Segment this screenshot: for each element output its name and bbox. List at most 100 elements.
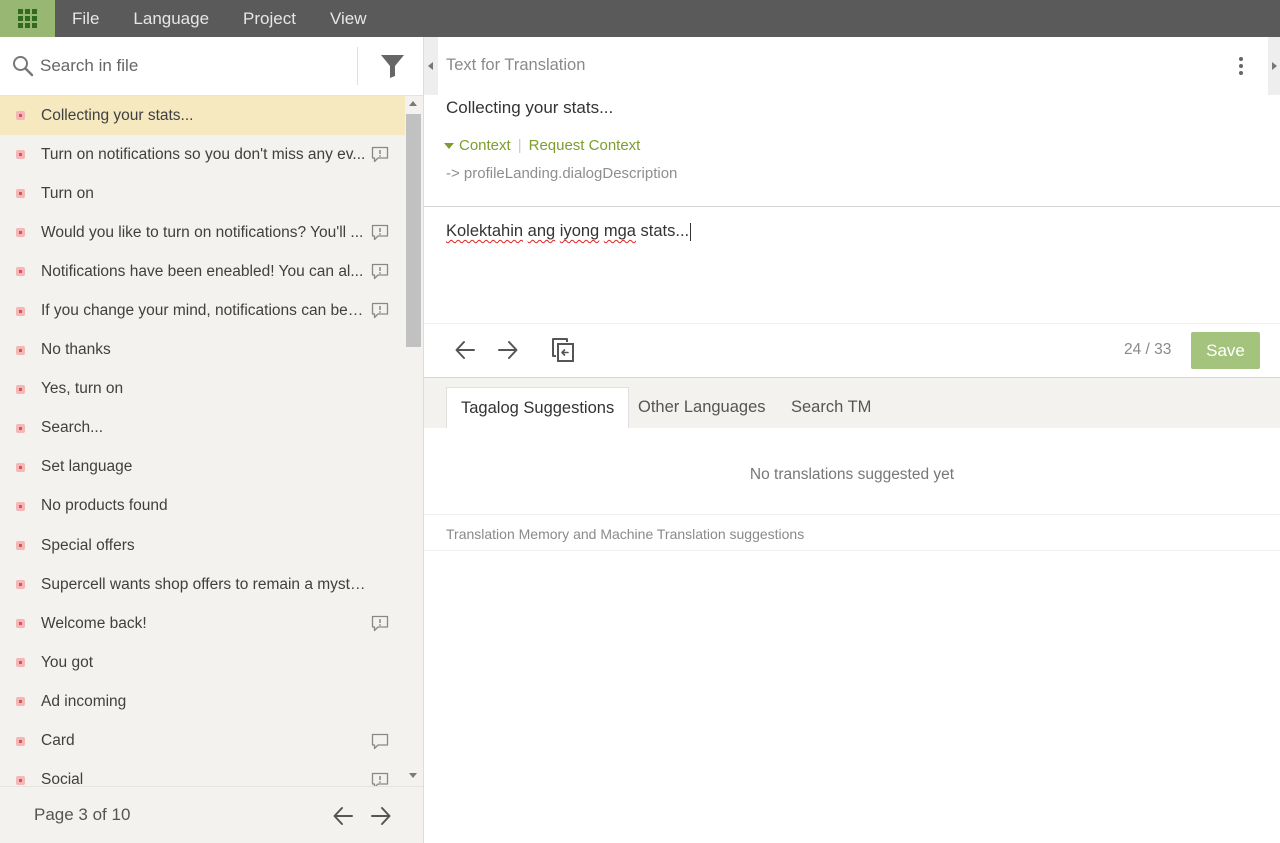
- prev-string-arrow-icon[interactable]: [454, 339, 476, 361]
- string-row[interactable]: Supercell wants shop offers to remain a …: [0, 565, 406, 604]
- tab-tagalog-suggestions[interactable]: Tagalog Suggestions: [446, 387, 630, 428]
- string-row[interactable]: Social: [0, 761, 406, 786]
- save-button[interactable]: Save: [1191, 332, 1260, 369]
- issue-comment-icon[interactable]: [371, 772, 389, 786]
- untranslated-status-icon: [16, 267, 25, 277]
- string-row[interactable]: Card: [0, 722, 406, 761]
- tab-search-tm[interactable]: Search TM: [777, 387, 885, 428]
- string-text: No products found: [41, 497, 168, 515]
- misspelled-word: Kolektahin: [446, 222, 524, 240]
- string-row[interactable]: Special offers: [0, 526, 406, 565]
- issue-comment-icon[interactable]: [371, 224, 389, 241]
- string-text: Yes, turn on: [41, 380, 124, 398]
- tab-other-languages[interactable]: Other Languages: [624, 387, 780, 428]
- string-text: Notifications have been eneabled! You ca…: [41, 262, 364, 280]
- string-text: Would you like to turn on notifications?…: [41, 223, 364, 241]
- string-row[interactable]: Collecting your stats...: [0, 96, 406, 136]
- request-context-link[interactable]: Request Context: [529, 137, 641, 154]
- string-row[interactable]: No thanks: [0, 331, 406, 370]
- untranslated-status-icon: [16, 736, 25, 746]
- divider: [424, 550, 1280, 551]
- no-suggestions-text: No translations suggested yet: [749, 466, 955, 483]
- source-header: Text for Translation: [446, 56, 586, 74]
- scroll-thumb[interactable]: [406, 114, 421, 347]
- collapse-left-button[interactable]: [424, 37, 438, 95]
- string-row[interactable]: Turn on: [0, 174, 406, 213]
- text-cursor: [690, 222, 692, 241]
- string-text: Search...: [41, 419, 104, 437]
- search-icon: [13, 56, 34, 77]
- copy-source-icon[interactable]: [551, 337, 575, 363]
- source-text: Collecting your stats...: [446, 98, 614, 117]
- context-caret-down-icon[interactable]: [444, 142, 454, 149]
- apps-grid-button[interactable]: [0, 0, 55, 37]
- misspelled-word: ang: [527, 222, 556, 240]
- caret-right-icon: [1272, 62, 1277, 70]
- context-row: Context | Request Context: [444, 137, 640, 154]
- string-text: Set language: [41, 458, 133, 476]
- divider: [424, 514, 1280, 515]
- string-row[interactable]: Turn on notifications so you don't miss …: [0, 135, 406, 174]
- untranslated-status-icon: [16, 111, 25, 121]
- menu-view[interactable]: View: [313, 0, 384, 37]
- issue-comment-icon[interactable]: [371, 146, 389, 163]
- string-row[interactable]: Ad incoming: [0, 682, 406, 721]
- more-options-kebab-icon[interactable]: [1236, 57, 1246, 77]
- next-page-arrow-icon[interactable]: [370, 805, 392, 827]
- divider: [424, 206, 1280, 207]
- misspelled-word: mga: [603, 222, 636, 240]
- search-bar: [0, 37, 423, 96]
- misspelled-word: iyong: [559, 222, 600, 240]
- untranslated-status-icon: [16, 423, 25, 433]
- untranslated-status-icon: [16, 150, 25, 160]
- caret-left-icon: [428, 62, 433, 70]
- string-text: Supercell wants shop offers to remain a …: [41, 575, 366, 593]
- untranslated-status-icon: [16, 189, 25, 199]
- menu-file[interactable]: File: [55, 0, 116, 37]
- next-string-arrow-icon[interactable]: [497, 339, 519, 361]
- untranslated-status-icon: [16, 228, 25, 238]
- prev-page-arrow-icon[interactable]: [332, 805, 354, 827]
- string-row[interactable]: Set language: [0, 448, 406, 487]
- search-input[interactable]: [40, 51, 340, 81]
- string-row[interactable]: Would you like to turn on notifications?…: [0, 213, 406, 252]
- issue-comment-icon[interactable]: [371, 615, 389, 632]
- string-text: Collecting your stats...: [41, 106, 194, 124]
- collapse-right-button[interactable]: [1268, 37, 1280, 95]
- untranslated-status-icon: [16, 697, 25, 707]
- string-text: Turn on notifications so you don't miss …: [41, 145, 366, 163]
- untranslated-status-icon: [16, 619, 25, 629]
- list-scrollbar[interactable]: [405, 96, 423, 786]
- string-text: Card: [41, 732, 75, 750]
- scroll-down-arrow-icon[interactable]: [409, 773, 417, 778]
- suggestion-tabs: Tagalog Suggestions Other Languages Sear…: [424, 378, 1280, 428]
- string-row[interactable]: If you change your mind, notifications c…: [0, 291, 406, 330]
- string-row[interactable]: No products found: [0, 487, 406, 526]
- string-row[interactable]: Search...: [0, 409, 406, 448]
- string-row[interactable]: Welcome back!: [0, 604, 406, 643]
- issue-comment-icon[interactable]: [371, 302, 389, 319]
- string-row[interactable]: You got: [0, 643, 406, 682]
- untranslated-status-icon: [16, 775, 25, 785]
- scroll-up-arrow-icon[interactable]: [409, 101, 417, 106]
- string-list: Collecting your stats... Turn on notifica…: [0, 96, 406, 786]
- string-row[interactable]: Yes, turn on: [0, 370, 406, 409]
- context-toggle[interactable]: Context: [459, 137, 511, 154]
- filter-divider: [357, 47, 358, 85]
- filter-icon[interactable]: [380, 53, 405, 79]
- untranslated-status-icon: [16, 345, 25, 355]
- string-text: Turn on: [41, 184, 94, 202]
- menu-project[interactable]: Project: [226, 0, 313, 37]
- divider: [424, 323, 1280, 324]
- untranslated-status-icon: [16, 384, 25, 394]
- string-text: You got: [41, 653, 94, 671]
- translation-textarea[interactable]: Kolektahin ang iyong mga stats...: [446, 222, 1246, 241]
- issue-comment-icon[interactable]: [371, 263, 389, 280]
- untranslated-status-icon: [16, 658, 25, 668]
- menu-language[interactable]: Language: [116, 0, 226, 37]
- comment-icon[interactable]: [371, 733, 389, 750]
- untranslated-status-icon: [16, 541, 25, 551]
- strings-panel: Collecting your stats... Turn on notifica…: [0, 37, 424, 843]
- string-text: Special offers: [41, 536, 135, 554]
- string-row[interactable]: Notifications have been eneabled! You ca…: [0, 252, 406, 291]
